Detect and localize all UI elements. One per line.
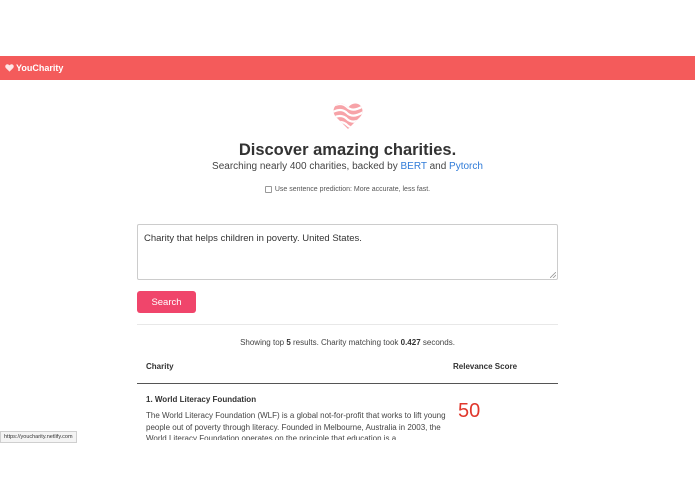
bert-link[interactable]: BERT <box>400 161 426 172</box>
query-textarea[interactable]: Charity that helps children in poverty. … <box>137 224 558 280</box>
sentence-prediction-checkbox[interactable] <box>264 186 272 193</box>
heart-icon <box>5 64 14 72</box>
column-header-charity: Charity <box>146 362 174 371</box>
summary-suffix: seconds. <box>422 338 455 347</box>
results-summary: Showing top 5 results. Charity matching … <box>0 338 695 347</box>
pytorch-link[interactable]: Pytorch <box>449 161 483 172</box>
sentence-prediction-option: Use sentence prediction: More accurate, … <box>0 186 695 193</box>
charity-description: The World Literacy Foundation (WLF) is a… <box>146 411 446 440</box>
page-subtitle: Searching nearly 400 charities, backed b… <box>0 161 695 172</box>
table-header-rule <box>137 383 558 384</box>
column-header-score: Relevance Score <box>453 362 518 371</box>
match-time: 0.427 <box>400 338 421 347</box>
query-text: Charity that helps children in poverty. … <box>144 233 362 244</box>
sentence-prediction-label[interactable]: Use sentence prediction: More accurate, … <box>275 186 430 193</box>
divider <box>137 324 558 325</box>
brand-name: YouCharity <box>16 63 64 73</box>
relevance-score: 50 <box>458 400 481 422</box>
summary-middle: results. Charity matching took <box>293 338 399 347</box>
brand-link[interactable]: YouCharity <box>5 63 63 73</box>
resize-handle-icon[interactable] <box>550 272 556 278</box>
result-count: 5 <box>286 338 291 347</box>
page-title: Discover amazing charities. <box>238 141 457 159</box>
subtitle-text: Searching nearly 400 charities, backed b… <box>212 161 398 172</box>
summary-prefix: Showing top <box>240 338 285 347</box>
charity-name[interactable]: 1. World Literacy Foundation <box>146 395 256 404</box>
navbar: YouCharity <box>0 56 695 80</box>
heart-logo-icon <box>333 103 363 130</box>
subtitle-and: and <box>429 161 447 172</box>
status-bar-url: https://youcharity.netlify.com <box>0 431 77 443</box>
search-button[interactable]: Search <box>137 291 196 313</box>
